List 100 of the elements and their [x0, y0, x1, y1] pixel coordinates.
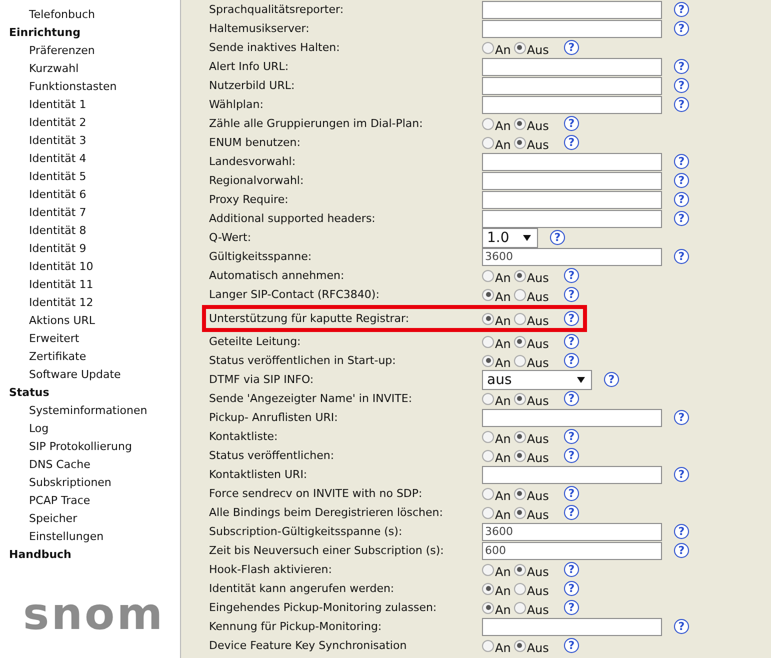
sidebar-link[interactable]: Funktionstasten — [0, 79, 117, 97]
radio-button[interactable] — [482, 450, 494, 462]
radio-button[interactable] — [482, 270, 494, 282]
help-icon[interactable]: ? — [564, 40, 579, 55]
help-icon[interactable]: ? — [674, 192, 689, 207]
help-icon[interactable]: ? — [564, 287, 579, 302]
sidebar-link[interactable]: Telefonbuch — [0, 7, 95, 25]
radio-button[interactable] — [514, 640, 526, 652]
help-icon[interactable]: ? — [564, 581, 579, 596]
help-icon[interactable]: ? — [674, 97, 689, 112]
help-icon[interactable]: ? — [564, 135, 579, 150]
radio-button[interactable] — [514, 488, 526, 500]
sidebar-link[interactable]: Identität 6 — [0, 187, 86, 205]
dropdown[interactable]: 1.0 — [482, 228, 538, 248]
input-field[interactable] — [482, 96, 662, 114]
radio-button[interactable] — [514, 506, 526, 518]
sidebar-link[interactable]: Identität 9 — [0, 241, 86, 259]
radio-button[interactable] — [514, 336, 526, 348]
sidebar-link[interactable]: Kurzwahl — [0, 61, 79, 79]
radio-button[interactable] — [514, 430, 526, 442]
radio-button[interactable] — [514, 602, 526, 614]
radio-button[interactable] — [482, 42, 494, 54]
radio-button[interactable] — [482, 640, 494, 652]
radio-button[interactable] — [514, 118, 526, 130]
radio-button[interactable] — [514, 136, 526, 148]
radio-button[interactable] — [482, 582, 494, 594]
radio-button[interactable] — [482, 312, 494, 324]
input-field[interactable] — [482, 20, 662, 38]
input-field[interactable] — [482, 172, 662, 190]
help-icon[interactable]: ? — [674, 154, 689, 169]
radio-button[interactable] — [482, 136, 494, 148]
sidebar-link[interactable]: Identität 10 — [0, 259, 94, 277]
dropdown[interactable]: aus — [482, 370, 592, 390]
sidebar-link[interactable]: Identität 11 — [0, 277, 94, 295]
help-icon[interactable]: ? — [564, 353, 579, 368]
help-icon[interactable]: ? — [564, 448, 579, 463]
help-icon[interactable]: ? — [674, 543, 689, 558]
input-field[interactable] — [482, 466, 662, 484]
radio-button[interactable] — [514, 288, 526, 300]
help-icon[interactable]: ? — [604, 372, 619, 387]
help-icon[interactable]: ? — [674, 524, 689, 539]
help-icon[interactable]: ? — [564, 486, 579, 501]
radio-button[interactable] — [482, 288, 494, 300]
radio-button[interactable] — [514, 392, 526, 404]
sidebar-link[interactable]: SIP Protokollierung — [0, 439, 132, 457]
input-field[interactable] — [482, 76, 662, 94]
help-icon[interactable]: ? — [564, 429, 579, 444]
sidebar-link[interactable]: PCAP Trace — [0, 493, 90, 511]
radio-button[interactable] — [482, 430, 494, 442]
help-icon[interactable]: ? — [564, 311, 579, 326]
radio-button[interactable] — [514, 42, 526, 54]
radio-button[interactable] — [514, 354, 526, 366]
input-field[interactable] — [482, 152, 662, 170]
help-icon[interactable]: ? — [564, 562, 579, 577]
radio-button[interactable] — [514, 270, 526, 282]
help-icon[interactable]: ? — [674, 467, 689, 482]
input-field[interactable] — [482, 408, 662, 426]
radio-button[interactable] — [514, 450, 526, 462]
sidebar-link[interactable]: Identität 5 — [0, 169, 86, 187]
help-icon[interactable]: ? — [564, 600, 579, 615]
input-field[interactable]: 3600 — [482, 248, 662, 266]
radio-button[interactable] — [514, 564, 526, 576]
help-icon[interactable]: ? — [674, 249, 689, 264]
radio-button[interactable] — [482, 602, 494, 614]
sidebar-link[interactable]: Erweitert — [0, 331, 80, 349]
sidebar-link[interactable]: Subskriptionen — [0, 475, 112, 493]
sidebar-link[interactable]: Identität 1 — [0, 97, 86, 115]
radio-button[interactable] — [482, 506, 494, 518]
radio-button[interactable] — [482, 488, 494, 500]
help-icon[interactable]: ? — [564, 505, 579, 520]
sidebar-link[interactable]: DNS Cache — [0, 457, 90, 475]
help-icon[interactable]: ? — [564, 391, 579, 406]
radio-button[interactable] — [514, 582, 526, 594]
input-field[interactable] — [482, 618, 662, 636]
help-icon[interactable]: ? — [674, 211, 689, 226]
help-icon[interactable]: ? — [674, 2, 689, 17]
sidebar-link[interactable]: Software Update — [0, 367, 121, 385]
sidebar-link[interactable]: Einstellungen — [0, 529, 104, 547]
radio-button[interactable] — [482, 392, 494, 404]
sidebar-link[interactable]: Speicher — [0, 511, 78, 529]
help-icon[interactable]: ? — [550, 230, 565, 245]
radio-button[interactable] — [514, 312, 526, 324]
help-icon[interactable]: ? — [674, 78, 689, 93]
help-icon[interactable]: ? — [564, 638, 579, 653]
sidebar-link[interactable]: Log — [0, 421, 49, 439]
input-field[interactable]: 600 — [482, 542, 662, 560]
sidebar-link[interactable]: Identität 3 — [0, 133, 86, 151]
help-icon[interactable]: ? — [674, 21, 689, 36]
help-icon[interactable]: ? — [674, 59, 689, 74]
sidebar-link[interactable]: Systeminformationen — [0, 403, 148, 421]
input-field[interactable] — [482, 210, 662, 228]
help-icon[interactable]: ? — [674, 410, 689, 425]
help-icon[interactable]: ? — [674, 619, 689, 634]
help-icon[interactable]: ? — [564, 268, 579, 283]
sidebar-link[interactable]: Identität 12 — [0, 295, 94, 313]
help-icon[interactable]: ? — [564, 334, 579, 349]
help-icon[interactable]: ? — [674, 173, 689, 188]
input-field[interactable]: 3600 — [482, 522, 662, 540]
radio-button[interactable] — [482, 118, 494, 130]
radio-button[interactable] — [482, 564, 494, 576]
